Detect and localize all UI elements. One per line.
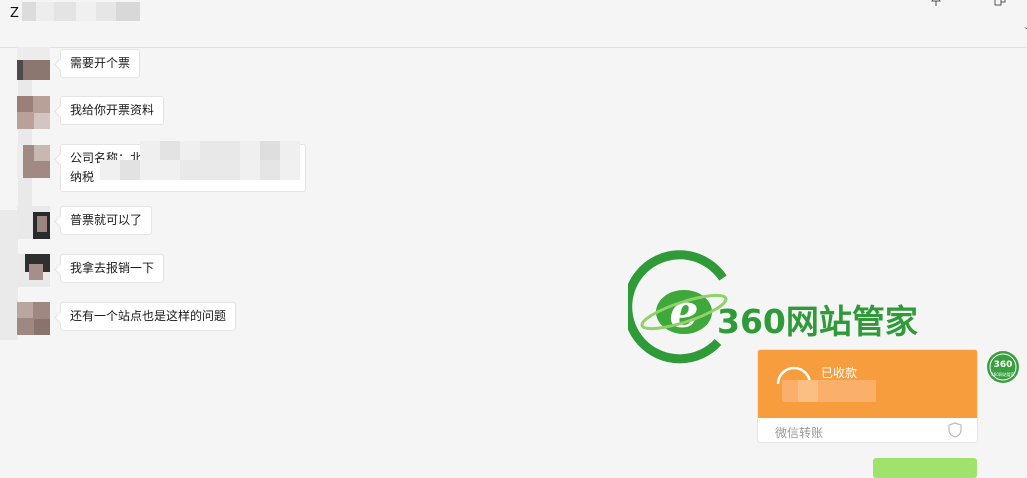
message-text: 我给你开票资料 — [70, 103, 155, 117]
avatar[interactable] — [17, 47, 50, 80]
shield-icon — [948, 422, 962, 438]
own-message-bubble[interactable] — [873, 458, 977, 478]
seal-text: 360网站管家 — [991, 371, 1015, 377]
transfer-status: 已收款 — [821, 366, 858, 380]
more-caret-icon[interactable]: ⌄ — [1023, 22, 1027, 31]
message-bubble[interactable]: 我拿去报销一下 — [60, 254, 165, 283]
message-text: 我拿去报销一下 — [70, 261, 155, 275]
avatar[interactable] — [17, 302, 50, 335]
transfer-card[interactable]: 已收款 微信转账 — [757, 349, 978, 443]
chat-header: Z ⌄ — [0, 0, 1027, 48]
message-bubble[interactable]: 还有一个站点也是这样的问题 — [60, 302, 237, 331]
popout-icon[interactable] — [994, 0, 1006, 6]
message-text: 需要开个票 — [70, 56, 131, 70]
transfer-card-header: 已收款 — [758, 350, 977, 418]
message-bubble[interactable]: 普票就可以了 — [60, 206, 153, 235]
avatar[interactable] — [17, 145, 50, 178]
message-text: 还有一个站点也是这样的问题 — [70, 309, 227, 323]
message-text: 普票就可以了 — [70, 213, 143, 227]
message-bubble[interactable]: 需要开个票 — [60, 49, 141, 78]
svg-text:e: e — [669, 284, 698, 338]
watermark-text: 360网站管家 — [717, 302, 918, 341]
avatar[interactable] — [17, 254, 50, 287]
pin-icon[interactable] — [930, 0, 942, 6]
seal-avatar[interactable]: 360 360网站管家 — [986, 350, 1020, 384]
blurred-title — [22, 2, 140, 21]
avatar[interactable] — [17, 96, 50, 129]
transfer-footer: 微信转账 — [775, 426, 824, 440]
avatar[interactable] — [17, 206, 50, 239]
pixelated-amount — [782, 380, 876, 402]
message-bubble[interactable]: 我给你开票资料 — [60, 96, 165, 125]
svg-text:360: 360 — [994, 360, 1013, 370]
chat-title[interactable]: Z — [10, 6, 19, 21]
